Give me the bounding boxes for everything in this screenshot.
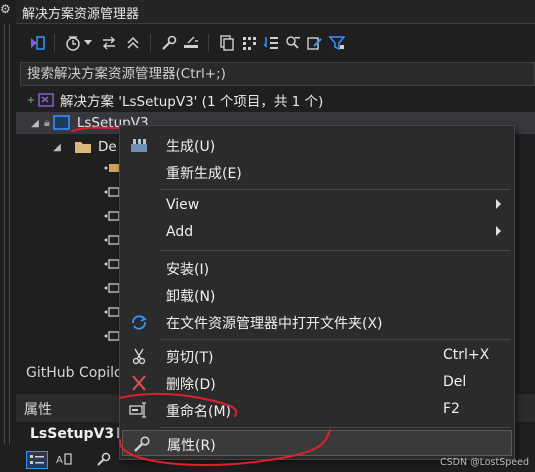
menu-separator — [160, 250, 510, 251]
menu-item-install[interactable]: 安装(I) — [120, 255, 514, 281]
menu-item-properties[interactable]: 属性(R) — [122, 430, 512, 456]
find-in-files-icon[interactable] — [282, 32, 304, 54]
wrench-icon — [131, 434, 153, 454]
dock-edge — [4, 24, 10, 444]
submenu-arrow-icon — [496, 199, 501, 209]
grid-dots-icon[interactable] — [238, 32, 260, 54]
menu-item-label: 重新生成(E) — [166, 166, 242, 182]
refresh-icon — [128, 312, 150, 332]
solution-icon — [38, 92, 54, 108]
property-pages-icon[interactable] — [94, 451, 116, 469]
sync-icon[interactable] — [98, 32, 120, 54]
svg-text:A: A — [56, 455, 63, 466]
tree-row-solution[interactable]: + 解决方案 'LsSetupV3' (1 个项目，共 1 个) — [26, 89, 323, 111]
explorer-toolbar — [16, 26, 535, 60]
gear-icon[interactable]: ⚙ — [0, 2, 12, 16]
edit-file-icon[interactable] — [304, 32, 326, 54]
menu-item-label: 在文件资源管理器中打开文件夹(X) — [166, 316, 383, 332]
menu-item-label: 剪切(T) — [166, 350, 214, 366]
categorized-view-icon[interactable] — [26, 451, 48, 469]
alphabetical-view-icon[interactable]: A — [54, 451, 76, 469]
menu-separator — [160, 427, 510, 428]
properties-wrench-icon[interactable] — [158, 32, 180, 54]
pin-icon: + — [26, 94, 36, 106]
menu-item-label: 生成(U) — [166, 139, 216, 155]
copilot-tab-label: GitHub Copilo — [26, 365, 123, 381]
show-all-files-icon[interactable] — [260, 32, 282, 54]
menu-item-open-folder[interactable]: 在文件资源管理器中打开文件夹(X) — [120, 309, 514, 335]
preview-selected-icon[interactable] — [180, 32, 202, 54]
menu-item-label: 安装(I) — [166, 262, 210, 278]
menu-item-label: 卸载(N) — [166, 289, 216, 305]
menu-item-rename[interactable]: 重命名(M) F2 — [120, 397, 514, 423]
collapse-all-icon[interactable] — [122, 32, 144, 54]
pending-changes-icon[interactable] — [62, 32, 84, 54]
titlebar-divider — [16, 23, 535, 24]
menu-item-label: View — [166, 197, 200, 213]
menu-item-rebuild[interactable]: 重新生成(E) — [120, 159, 514, 185]
menu-item-add[interactable]: Add — [120, 220, 514, 246]
panel-titlebar: 解决方案资源管理器 — [16, 0, 535, 24]
watermark: CSDN @LostSpeed — [440, 457, 529, 468]
menu-item-label: Add — [166, 224, 194, 240]
menu-item-shortcut: F2 — [443, 401, 460, 417]
menu-item-uninstall[interactable]: 卸载(N) — [120, 282, 514, 308]
chevron-down-icon[interactable] — [82, 32, 94, 54]
properties-title: 属性 — [24, 402, 52, 418]
search-input[interactable] — [21, 63, 534, 85]
toolbar-separator — [54, 34, 55, 52]
copy-icon[interactable] — [216, 32, 238, 54]
menu-item-view[interactable]: View — [120, 193, 514, 219]
folder-icon — [74, 140, 92, 154]
expand-arrow-icon[interactable]: ◢ — [52, 142, 62, 153]
menu-item-label: 删除(D) — [166, 377, 216, 393]
menu-separator — [160, 189, 510, 190]
toolbar-separator — [208, 34, 209, 52]
tree-row-folder[interactable]: ◢ De — [52, 136, 117, 158]
expand-arrow-icon[interactable]: ◢ — [30, 118, 40, 129]
delete-x-icon — [128, 373, 150, 393]
build-icon — [128, 135, 150, 155]
panel-title: 解决方案资源管理器 — [22, 7, 140, 22]
menu-item-label: 重命名(M) — [166, 404, 232, 420]
submenu-arrow-icon — [496, 226, 501, 236]
toolbar-separator — [150, 34, 151, 52]
menu-item-cut[interactable]: 剪切(T) Ctrl+X — [120, 343, 514, 369]
properties-object-name: LsSetupV3 — [30, 426, 115, 442]
search-box[interactable] — [20, 62, 535, 86]
setup-project-icon — [53, 115, 71, 131]
menu-separator — [160, 339, 510, 340]
rename-icon — [128, 400, 150, 420]
menu-item-shortcut: Del — [443, 374, 467, 390]
solution-label: 解决方案 'LsSetupV3' (1 个项目，共 1 个) — [60, 94, 324, 110]
left-dock-strip: ⚙ — [0, 0, 16, 472]
scissors-icon — [128, 346, 150, 366]
menu-item-label: 属性(R) — [167, 438, 216, 454]
menu-item-delete[interactable]: 删除(D) Del — [120, 370, 514, 396]
folder-label: De — [98, 139, 117, 155]
menu-item-build[interactable]: 生成(U) — [120, 132, 514, 158]
filter-icon[interactable] — [326, 32, 348, 54]
menu-item-shortcut: Ctrl+X — [443, 347, 490, 363]
switch-views-icon[interactable] — [26, 32, 48, 54]
context-menu: 生成(U) 重新生成(E) View Add 安装(I) 卸载(N) 在文件资源… — [119, 125, 515, 460]
lock-icon: 🔒︎ — [44, 116, 50, 129]
